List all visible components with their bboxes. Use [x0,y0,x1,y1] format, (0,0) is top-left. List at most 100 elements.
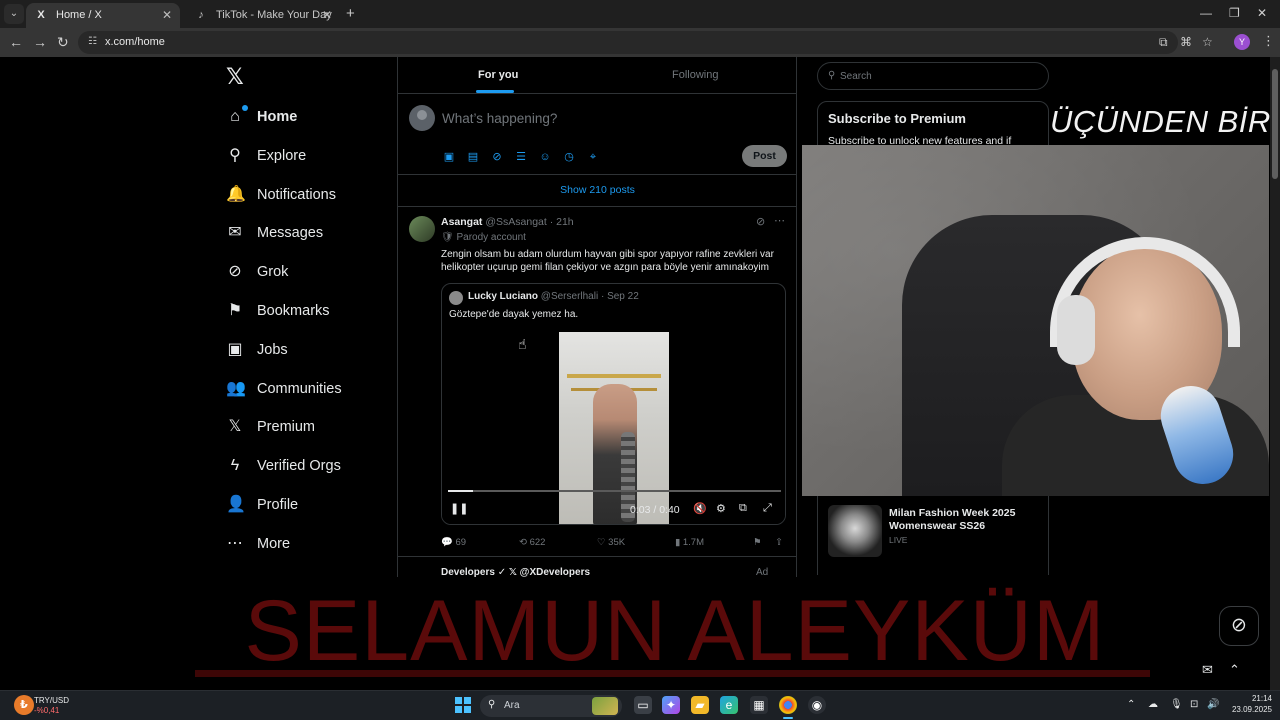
tweet-author-avatar[interactable] [409,216,435,242]
gif-icon[interactable]: ▤ [466,150,480,164]
file-explorer-icon[interactable]: ▰ [691,696,709,714]
tab-home-x[interactable]: X Home / X ✕ [26,3,180,28]
repost-button[interactable]: ⟲ 622 [519,537,545,548]
share-icon[interactable]: ⇪ [775,537,783,548]
tweet-author-handle[interactable]: @SsAsangat · 21h [485,216,573,228]
tab-following[interactable]: Following [672,69,718,81]
nav-item-more[interactable]: ⋯ More [226,532,290,556]
tab-search-dropdown[interactable]: ⌄ [4,4,24,24]
tweet[interactable]: Asangat @SsAsangat · 21h 🛡 Parody accoun… [398,207,797,557]
tweet-more-icon[interactable]: ⋯ [774,214,785,227]
restore-button[interactable]: ❐ [1229,6,1240,20]
video-progress-bar[interactable] [448,490,781,492]
microphone-icon[interactable]: 🎙 [1170,699,1183,710]
schedule-icon[interactable]: ◷ [562,150,576,164]
nav-item-profile[interactable]: 👤 Profile [226,493,298,517]
like-count: 35K [608,537,626,548]
grok-floating-button[interactable]: ⊘ [1219,606,1259,646]
volume-icon[interactable]: 🔊 [1207,699,1219,710]
chrome-icon[interactable] [779,696,797,714]
url-bar[interactable]: ☷ x.com/home [78,31,1178,54]
clock-time[interactable]: 21:14 [1240,694,1272,703]
nav-item-home[interactable]: ⌂ Home [226,105,297,129]
browser-menu-icon[interactable]: ⋮ [1262,33,1275,49]
task-view-icon[interactable]: ▭ [634,696,652,714]
page-scrollbar[interactable] [1270,57,1280,690]
nav-item-premium[interactable]: 𝕏 Premium [226,415,315,439]
taskbar-search[interactable]: ⚲ Ara [480,695,622,717]
edge-icon[interactable]: e [720,696,738,714]
tab-for-you[interactable]: For you [478,69,518,81]
new-tab-button[interactable]: + [346,5,355,22]
reply-button[interactable]: 💬 69 [441,537,466,548]
tray-expand-icon[interactable]: ⌃ [1127,699,1135,710]
nav-item-notifications[interactable]: 🔔 Notifications [226,183,336,207]
video-player[interactable]: ❚❚ 0:03 / 0:40 🔇 ⚙ ⧉ ⤢ [442,332,785,524]
view-count: 1.7M [682,537,704,548]
pip-icon[interactable]: ⧉ [739,502,747,515]
tab-close-icon[interactable]: ✕ [322,8,332,22]
minimize-button[interactable]: — [1200,6,1212,20]
show-new-posts-button[interactable]: Show 210 posts [398,176,797,207]
reload-icon[interactable]: ↻ [57,34,69,51]
nav-item-bookmarks[interactable]: ⚑ Bookmarks [226,299,330,323]
nav-item-explore[interactable]: ⚲ Explore [226,144,306,168]
nav-item-label: Home [257,109,298,125]
tweet-author-name[interactable]: Asangat [441,216,482,228]
location-icon[interactable]: ⌖ [586,150,600,164]
views-button[interactable]: ▮ 1.7M [675,537,704,548]
search-input[interactable]: ⚲ Search [817,62,1049,90]
grok-compose-icon[interactable]: ⊘ [490,150,504,164]
settings-gear-icon[interactable]: ⚙ [716,502,726,515]
user-avatar[interactable] [409,105,435,131]
post-button[interactable]: Post [742,145,787,167]
obs-icon[interactable]: ◉ [808,696,826,714]
site-info-icon[interactable]: ☷ [88,36,97,47]
network-icon[interactable]: ⊡ [1190,699,1198,710]
onedrive-icon[interactable]: ☁ [1148,699,1158,710]
bookmark-icon[interactable]: ⚑ [753,537,762,548]
messages-drawer-icon[interactable]: ✉ [1202,662,1213,678]
stream-big-title: SELAMUN ALEYKÜM [244,583,1106,679]
tab-close-icon[interactable]: ✕ [162,8,172,22]
composer-input[interactable]: What’s happening? [442,111,557,126]
back-arrow-icon[interactable]: ← [9,34,23,50]
windows-start-icon[interactable] [455,697,471,713]
x-premium-icon: 𝕏 [228,418,242,436]
copilot-icon[interactable]: ✦ [662,696,680,714]
stock-widget-icon[interactable]: ₺ [14,695,34,715]
like-button[interactable]: ♡ 35K [597,537,625,548]
translate-icon[interactable]: ⌘ [1180,35,1192,49]
store-icon[interactable]: ▦ [750,696,768,714]
trend-item[interactable]: Milan Fashion Week 2025 Womenswear SS26 … [817,495,1049,575]
next-tweet-author[interactable]: Developers ✓ 𝕏 @XDevelopers [441,567,590,578]
cast-icon[interactable]: ⧉ [1159,35,1168,50]
mute-icon[interactable]: 🔇 [693,502,707,515]
bookmark-star-icon[interactable]: ☆ [1202,35,1213,49]
tab-tiktok[interactable]: ♪ TikTok - Make Your Day ✕ [186,3,340,28]
quoted-tweet[interactable]: Lucky Luciano @Serserlhali · Sep 22 Gözt… [441,283,786,525]
poll-icon[interactable]: ☰ [514,150,528,164]
emoji-icon[interactable]: ☺ [538,150,552,164]
expand-up-icon[interactable]: ⌃ [1229,662,1240,678]
fullscreen-icon[interactable]: ⤢ [763,502,772,515]
next-tweet-preview[interactable]: Developers ✓ 𝕏 @XDevelopers Ad [398,567,797,579]
scrollbar-thumb[interactable] [1272,69,1278,179]
main-feed: For you Following What’s happening? ▣ ▤ … [397,57,797,579]
nav-item-verified-orgs[interactable]: ϟ Verified Orgs [226,454,341,478]
pause-icon[interactable]: ❚❚ [450,502,468,515]
grok-explain-icon[interactable]: ⊘ [756,215,765,228]
nav-item-communities[interactable]: 👥 Communities [226,377,342,401]
nav-item-label: Explore [257,147,307,164]
media-icon[interactable]: ▣ [442,150,456,164]
forward-arrow-icon[interactable]: → [33,34,47,50]
nav-item-messages[interactable]: ✉ Messages [226,221,323,245]
nav-item-grok[interactable]: ⊘ Grok [226,260,288,284]
ad-label: Ad [756,567,769,578]
nav-item-jobs[interactable]: ▣ Jobs [226,338,287,362]
browser-profile-avatar[interactable]: Y [1234,34,1250,50]
close-window-button[interactable]: ✕ [1257,6,1267,20]
briefcase-icon: ▣ [227,340,243,358]
x-logo-icon[interactable]: 𝕏 [226,64,244,90]
clock-date[interactable]: 23.09.2025 [1226,705,1272,714]
